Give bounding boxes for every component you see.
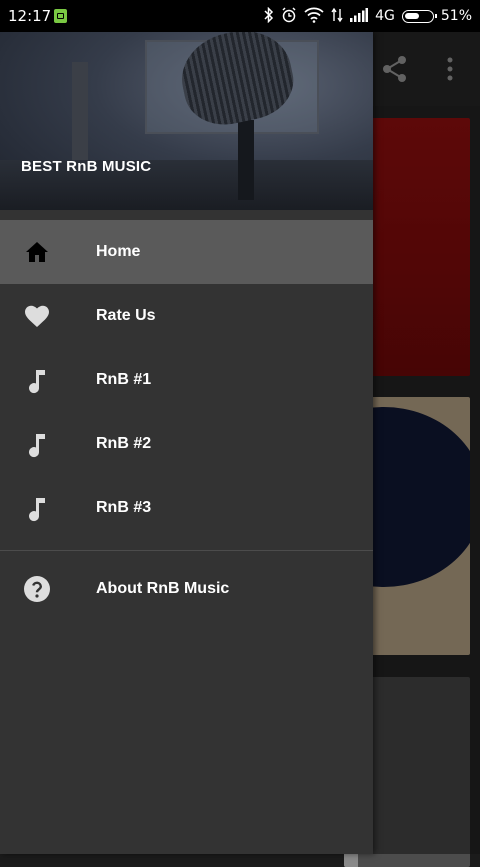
music-note-icon [23, 494, 51, 522]
heart-icon [23, 302, 51, 330]
signal-icon [350, 7, 369, 25]
alarm-icon [281, 6, 297, 26]
drawer-title: BEST RnB MUSIC [21, 158, 152, 175]
bluetooth-icon [264, 6, 274, 26]
menu-item-rnb-1[interactable]: RnB #1 [0, 348, 373, 412]
menu-item-label: Rate Us [96, 307, 156, 324]
drawer-menu: Home Rate Us RnB #1 RnB #2 RnB #3 About … [0, 220, 373, 621]
status-icons: 4G 51% [264, 0, 472, 32]
menu-item-label: RnB #1 [96, 371, 152, 388]
notification-icon [54, 9, 67, 23]
menu-item-rate-us[interactable]: Rate Us [0, 284, 373, 348]
home-icon [23, 238, 51, 266]
music-note-icon [23, 430, 51, 458]
music-note-icon [23, 366, 51, 394]
battery-icon [401, 9, 437, 23]
menu-divider [0, 550, 373, 551]
menu-item-label: About RnB Music [96, 580, 230, 597]
network-type: 4G [375, 8, 395, 24]
wifi-icon [304, 7, 324, 26]
header-image-mic-stand [238, 120, 254, 200]
drawer-header: BEST RnB MUSIC [0, 32, 373, 210]
status-bar: 12:17 4G 51% [0, 0, 480, 32]
menu-item-label: RnB #3 [96, 499, 152, 516]
menu-item-label: Home [96, 243, 141, 260]
menu-item-rnb-2[interactable]: RnB #2 [0, 412, 373, 476]
data-arrows-icon [331, 7, 343, 26]
header-image-post [72, 62, 88, 172]
status-time: 12:17 [8, 7, 52, 25]
menu-item-home[interactable]: Home [0, 220, 373, 284]
battery-level: 51% [440, 8, 472, 24]
help-icon [23, 575, 51, 603]
navigation-drawer: BEST RnB MUSIC Home Rate Us RnB #1 RnB #… [0, 32, 373, 854]
menu-item-label: RnB #2 [96, 435, 152, 452]
menu-item-rnb-3[interactable]: RnB #3 [0, 476, 373, 540]
menu-item-about[interactable]: About RnB Music [0, 557, 373, 621]
